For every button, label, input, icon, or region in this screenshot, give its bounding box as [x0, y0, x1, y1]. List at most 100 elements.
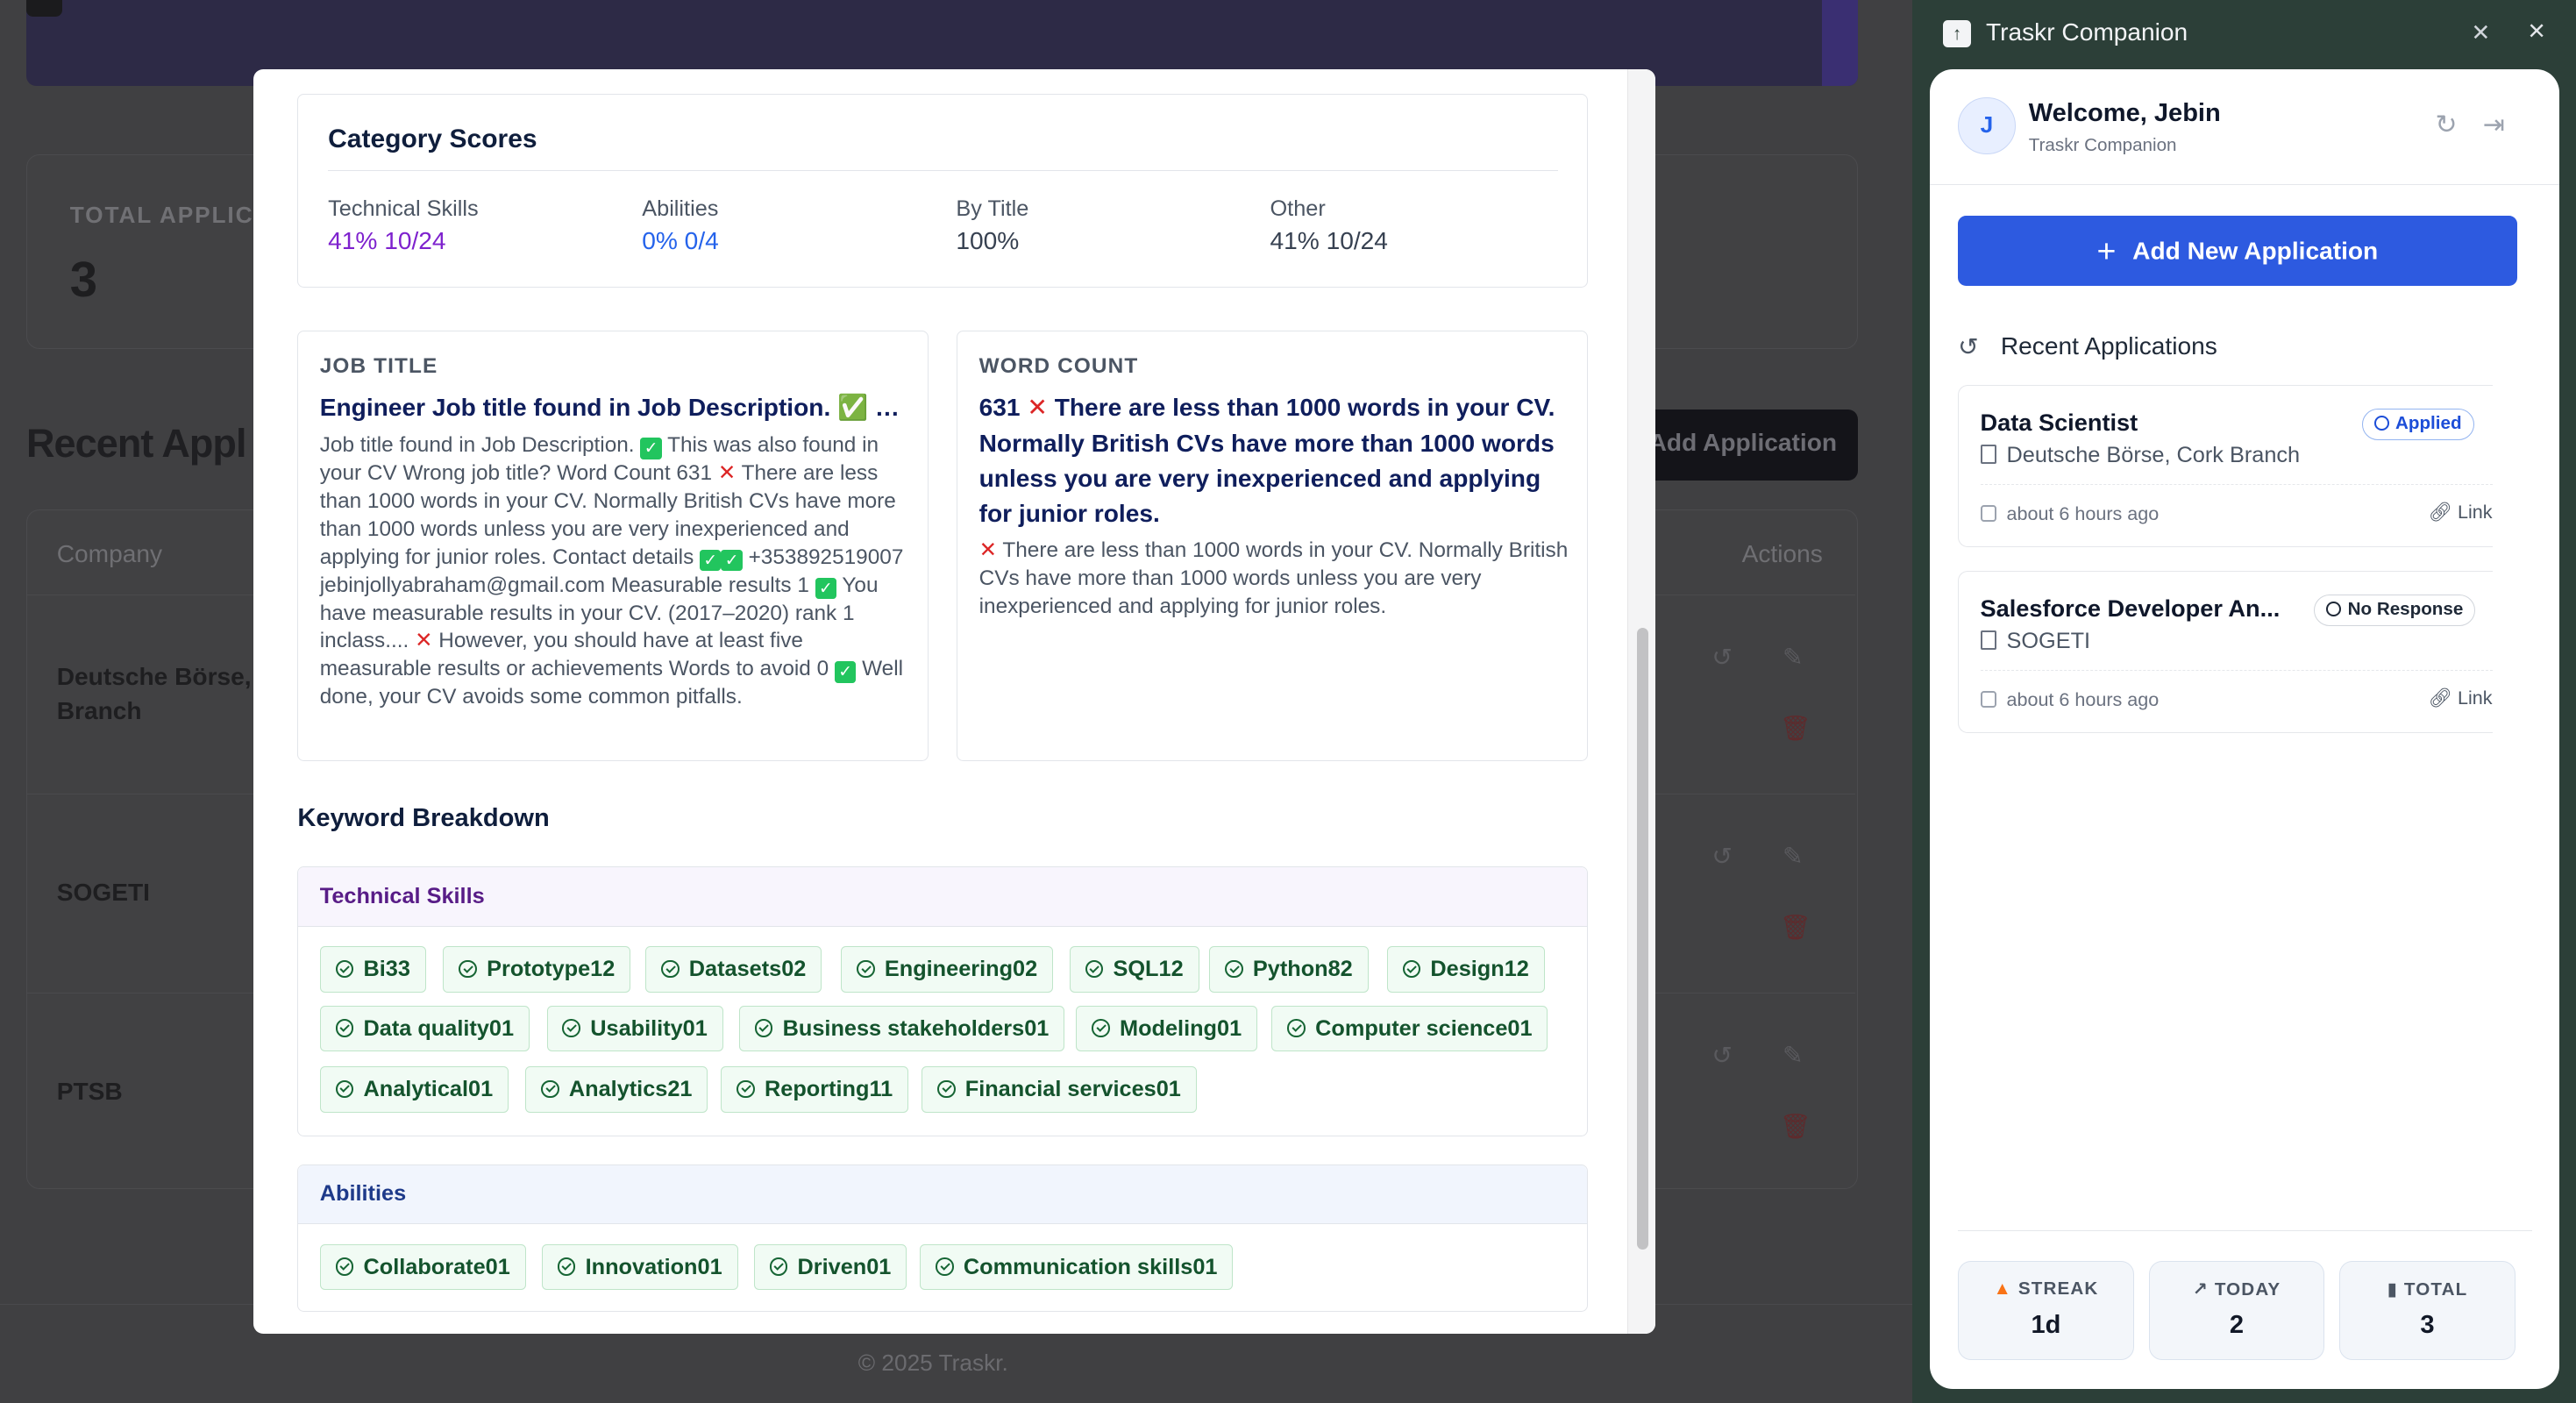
check-circle-icon	[1402, 959, 1421, 979]
score-abilities: Abilities 0% 0/4	[642, 196, 719, 255]
company-name: Deutsche Börse, Cork Branch	[2006, 443, 2301, 468]
status-badge: Applied	[2361, 409, 2474, 440]
application-link[interactable]: 🔗︎ Link	[2429, 501, 2493, 523]
keyword-chip: Computer science01	[1271, 1005, 1548, 1052]
job-title-summary: Engineer Job title found in Job Descript…	[319, 394, 906, 422]
divider	[1980, 670, 2493, 671]
check-icon: ✓	[815, 577, 837, 599]
calendar-icon	[1980, 690, 1997, 708]
application-time: about 6 hours ago	[1980, 502, 2160, 525]
edit-icon[interactable]: ✎	[1780, 1042, 1806, 1069]
time-label: about 6 hours ago	[2006, 502, 2160, 524]
score-value: 41% 10/24	[1270, 226, 1388, 254]
edit-icon[interactable]: ✎	[1780, 645, 1806, 671]
keyword-chip: Driven01	[753, 1243, 907, 1290]
check-circle-icon	[459, 959, 477, 979]
chip-label: Computer science01	[1315, 1015, 1533, 1041]
streak-stat: ▲ STREAK 1d	[1958, 1261, 2134, 1360]
keyword-breakdown-title: Keyword Breakdown	[297, 803, 550, 832]
application-link[interactable]: 🔗︎ Link	[2429, 687, 2493, 709]
check-circle-icon	[1225, 959, 1243, 979]
keyword-chip: Business stakeholders01	[738, 1005, 1065, 1052]
check-circle-icon	[1085, 959, 1104, 979]
check-circle-icon	[936, 1079, 956, 1099]
word-count-number: 631	[978, 394, 1021, 422]
history-icon[interactable]: ↺	[1709, 1042, 1735, 1069]
chip-label: Usability01	[590, 1015, 708, 1041]
cross-icon: ✕	[717, 461, 737, 486]
delete-icon[interactable]: 🗑	[1780, 914, 1811, 941]
status-label: Applied	[2395, 412, 2462, 433]
check-circle-icon	[541, 1079, 559, 1099]
modal-scrollbar[interactable]	[1627, 68, 1656, 1334]
chip-label: Datasets02	[688, 957, 807, 982]
welcome-subtitle: Traskr Companion	[2028, 134, 2177, 155]
scrollbar-thumb[interactable]	[1636, 628, 1648, 1250]
edit-icon[interactable]: ✎	[1780, 844, 1806, 870]
keyword-chip: Bi33	[319, 946, 426, 993]
cv-analysis-modal: Category Scores Technical Skills 41% 10/…	[253, 68, 1656, 1334]
application-card[interactable]: Salesforce Developer An... No Response S…	[1958, 570, 2493, 734]
history-icon[interactable]: ↺	[1709, 844, 1735, 870]
keyword-chip: Data quality01	[319, 1005, 530, 1052]
link-label: Link	[2457, 501, 2493, 523]
stat-value: 3	[2420, 1311, 2435, 1340]
stat-value: 1d	[2031, 1311, 2061, 1340]
building-icon	[1980, 630, 1997, 651]
score-label: Abilities	[642, 196, 719, 222]
score-label: By Title	[956, 196, 1029, 222]
company-name: SOGETI	[2006, 629, 2091, 654]
divider	[1980, 484, 2493, 485]
status-label: No Response	[2347, 598, 2464, 619]
score-value: 100%	[956, 226, 1020, 254]
chip-label: Analytics21	[568, 1077, 693, 1102]
close-icon[interactable]: ×	[2522, 16, 2551, 46]
job-title-details: Job title found in Job Description. ✓ Th…	[320, 431, 912, 711]
keyword-chip: Innovation01	[541, 1243, 738, 1290]
stat-value: 2	[2229, 1311, 2245, 1340]
add-new-application-button[interactable]: + Add New Application	[1958, 215, 2517, 287]
history-icon: ↺	[1958, 332, 1979, 360]
check-icon: ✓	[721, 549, 743, 571]
chip-label: Business stakeholders01	[782, 1015, 1050, 1041]
keyword-chip: Datasets02	[645, 946, 822, 993]
history-icon[interactable]: ↺	[1709, 645, 1735, 671]
application-company: Deutsche Börse, Cork Branch	[1980, 443, 2301, 468]
delete-icon[interactable]: 🗑	[1780, 1113, 1811, 1140]
companion-side-panel: ↑ Traskr Companion ✕ × J Welcome, Jebin …	[1911, 0, 2576, 1403]
avatar: J	[1958, 96, 2016, 155]
column-header-company: Company	[56, 540, 163, 567]
clock-icon	[2326, 601, 2342, 616]
check-icon: ✓	[640, 438, 662, 459]
chip-label: SQL12	[1113, 957, 1184, 982]
check-circle-icon	[660, 959, 680, 979]
building-icon	[1980, 444, 1997, 465]
keyword-chip: Communication skills01	[920, 1243, 1234, 1290]
divider	[1958, 1229, 2532, 1231]
check-icon: ✓	[700, 549, 722, 571]
refresh-icon[interactable]: ↻	[2431, 110, 2461, 140]
link-icon: 🔗︎	[2428, 686, 2452, 709]
stat-label: ↗ TODAY	[2150, 1278, 2324, 1300]
technical-skills-heading: Technical Skills	[298, 867, 1588, 927]
keyword-chip: Prototype12	[443, 946, 631, 993]
delete-icon[interactable]: 🗑	[1780, 715, 1811, 742]
keyword-chip: Collaborate01	[319, 1243, 526, 1290]
unpin-icon[interactable]: ✕	[2466, 18, 2496, 48]
divider	[328, 170, 1558, 171]
divider	[1930, 184, 2560, 185]
keyword-chip: Reporting11	[721, 1066, 909, 1113]
cross-icon: ✕	[1027, 394, 1048, 422]
stat-label: ▮ TOTAL	[2340, 1278, 2515, 1300]
application-company: SOGETI	[1980, 629, 2091, 654]
logout-icon[interactable]: ⇥	[2480, 110, 2509, 140]
total-applications-label: TOTAL APPLIC	[69, 201, 254, 228]
detail-text: There are less than 1000 words in your C…	[978, 538, 1569, 618]
application-card[interactable]: Data Scientist Applied Deutsche Börse, C…	[1958, 384, 2493, 548]
abilities-keywords: Abilities Collaborate01 Innovation01 Dri…	[297, 1164, 1589, 1313]
row-company: SOGETI	[56, 878, 150, 906]
status-badge: No Response	[2314, 594, 2476, 626]
chip-label: Bi33	[363, 957, 410, 982]
keyword-chip: SQL12	[1069, 946, 1199, 993]
check-circle-icon	[335, 1257, 354, 1276]
